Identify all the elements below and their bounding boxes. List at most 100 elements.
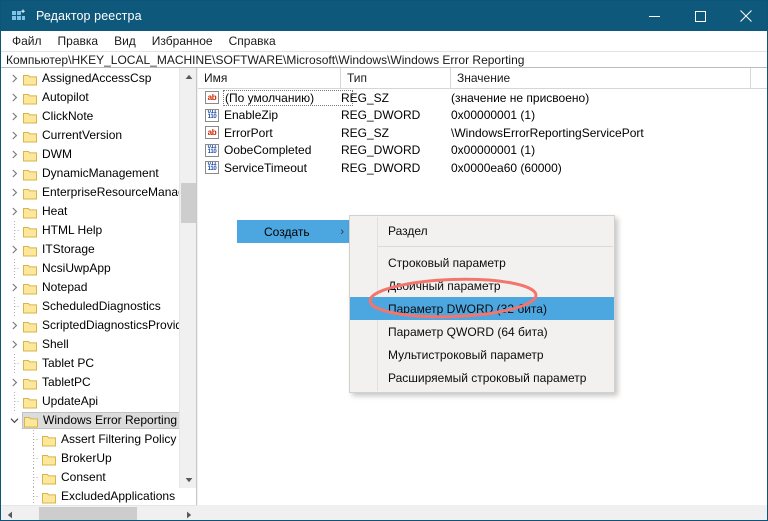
chevron-right-icon[interactable] [7,202,22,221]
tree-item[interactable]: Windows Error Reporting [1,411,180,430]
scroll-down-arrow[interactable] [180,471,197,488]
scroll-up-arrow[interactable] [180,68,197,85]
chevron-right-icon[interactable] [7,126,22,145]
menu-favorites[interactable]: Избранное [144,32,221,50]
chevron-right-icon[interactable] [7,107,22,126]
chevron-right-icon[interactable] [7,69,22,88]
values-column-headers: ИмяТипЗначение [198,68,768,89]
chevron-right-icon[interactable] [7,278,22,297]
tree-indent [1,430,26,449]
chevron-right-icon[interactable] [7,145,22,164]
tree-connector [7,392,22,411]
tree-connector [26,430,41,449]
column-header[interactable]: Значение [451,68,751,88]
chevron-right-icon[interactable] [7,316,22,335]
tree-hscrollbar-thumb[interactable] [39,507,137,521]
tree-item[interactable]: AssignedAccessCsp [1,69,180,88]
tree-item-label: HTML Help [42,221,102,240]
tree-item-content: TabletPC [22,374,95,391]
tree-item[interactable]: DWM [1,145,180,164]
menu-file[interactable]: Файл [4,32,50,50]
tree-item[interactable]: HTML Help [1,221,180,240]
tree-item[interactable]: ScheduledDiagnostics [1,297,180,316]
chevron-right-icon[interactable] [7,240,22,259]
submenu-item[interactable]: Строковый параметр [350,251,614,274]
value-row[interactable]: abErrorPortREG_SZ\WindowsErrorReportingS… [198,124,768,142]
close-button[interactable] [723,1,768,31]
tree-item-content: ExcludedApplications [41,488,179,505]
value-row[interactable]: 011110ServiceTimeoutREG_DWORD0x0000ea60 … [198,159,768,177]
tree-item[interactable]: Heat [1,202,180,221]
chevron-right-icon[interactable] [7,183,22,202]
tree-item[interactable]: ClickNote [1,107,180,126]
value-row[interactable]: ab(По умолчанию)REG_SZ(значение не присв… [198,89,768,107]
tree-item[interactable]: DynamicManagement [1,164,180,183]
chevron-right-icon[interactable] [7,335,22,354]
tree-item[interactable]: ITStorage [1,240,180,259]
submenu-item[interactable]: Мультистроковый параметр [350,343,614,366]
tree-item[interactable]: Consent [1,468,180,487]
tree-item-label: ITStorage [42,240,95,259]
tree-item[interactable]: BrokerUp [1,449,180,468]
menu-help[interactable]: Справка [221,32,284,50]
tree-item[interactable]: Tablet PC [1,354,180,373]
chevron-right-icon[interactable] [7,164,22,183]
chevron-right-icon[interactable] [7,373,22,392]
column-header[interactable]: Тип [341,68,451,88]
tree-item-content: AssignedAccessCsp [22,70,155,87]
submenu-item[interactable]: Раздел [350,219,614,242]
value-data: (значение не присвоено) [451,91,589,105]
chevron-right-icon[interactable] [7,88,22,107]
tree-item[interactable]: ScriptedDiagnosticsProvider [1,316,180,335]
tree-item-label: Autopilot [42,88,89,107]
folder-icon [23,358,37,370]
tree-scrollbar-thumb[interactable] [181,183,196,223]
minimize-button[interactable] [631,1,677,31]
tree-item-label: ExcludedApplications [61,487,175,505]
value-type: REG_SZ [341,126,389,140]
tree-item[interactable]: EnterpriseResourceManager [1,183,180,202]
value-type: REG_DWORD [341,108,420,122]
submenu-item[interactable]: Параметр DWORD (32 бита) [350,297,614,320]
value-name: ErrorPort [224,126,352,140]
menu-edit[interactable]: Правка [50,32,107,50]
tree-item[interactable]: TabletPC [1,373,180,392]
column-header[interactable]: Имя [198,68,341,88]
tree-item[interactable]: Shell [1,335,180,354]
tree-item[interactable]: Autopilot [1,88,180,107]
submenu-item[interactable]: Параметр QWORD (64 бита) [350,320,614,343]
tree-item-label: ScheduledDiagnostics [42,297,161,316]
tree-item[interactable]: UpdateApi [1,392,180,411]
scroll-left-arrow[interactable] [1,506,18,521]
value-type: REG_SZ [341,91,389,105]
value-name: EnableZip [224,108,352,122]
tree-item-content: DynamicManagement [22,165,163,182]
tree-item-label: TabletPC [42,373,91,392]
chevron-right-icon: › [340,226,344,238]
tree-item-label: UpdateApi [42,392,98,411]
submenu-item-label: Параметр DWORD (32 бита) [388,302,547,316]
context-menu-item-new[interactable]: Создать › [237,220,353,243]
tree-item[interactable]: NcsiUwpApp [1,259,180,278]
tree-horizontal-scrollbar[interactable] [1,505,197,521]
value-row[interactable]: 011110EnableZipREG_DWORD0x00000001 (1) [198,107,768,125]
tree-vertical-scrollbar[interactable] [179,68,196,488]
tree-item[interactable]: Notepad [1,278,180,297]
address-bar[interactable]: Компьютер\HKEY_LOCAL_MACHINE\SOFTWARE\Mi… [1,51,768,68]
tree-item-content: UpdateApi [22,393,102,410]
submenu-item-label: Строковый параметр [388,256,506,270]
tree-connector [26,487,41,505]
tree-item-label: BrokerUp [61,449,112,468]
submenu-item[interactable]: Двоичный параметр [350,274,614,297]
tree-item[interactable]: Assert Filtering Policy [1,430,180,449]
maximize-button[interactable] [677,1,723,31]
tree-scroll-area: AssignedAccessCspAutopilotClickNoteCurre… [1,68,180,505]
scroll-right-arrow[interactable] [180,506,197,521]
window-controls [631,1,768,31]
chevron-down-icon[interactable] [7,411,22,430]
menu-view[interactable]: Вид [106,32,144,50]
submenu-item[interactable]: Расширяемый строковый параметр [350,366,614,389]
tree-item[interactable]: ExcludedApplications [1,487,180,505]
value-row[interactable]: 011110OobeCompletedREG_DWORD0x00000001 (… [198,142,768,160]
tree-item[interactable]: CurrentVersion [1,126,180,145]
